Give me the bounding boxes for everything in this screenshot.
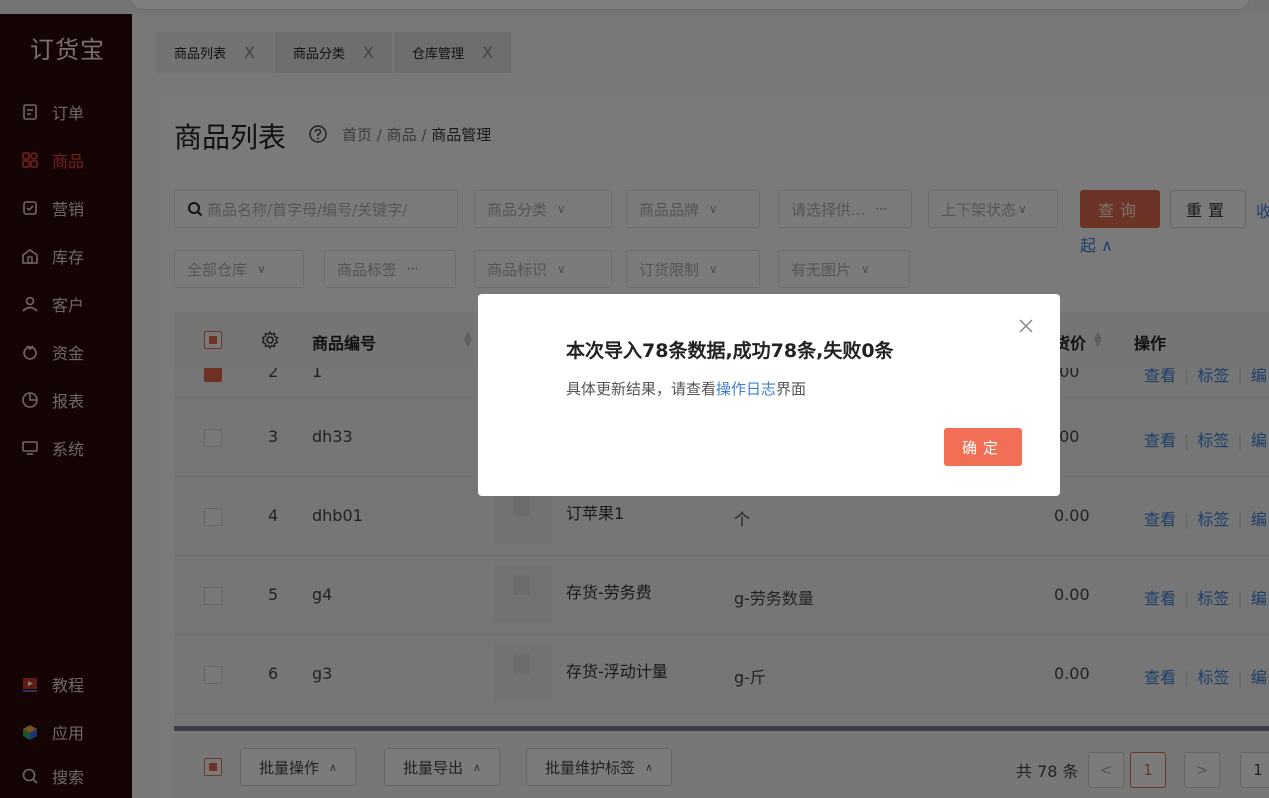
operation-log-link[interactable]: 操作日志 (716, 380, 776, 398)
dialog-title: 本次导入78条数据,成功78条,失败0条 (566, 340, 894, 362)
dialog-message: 具体更新结果，请查看操作日志界面 (566, 378, 806, 399)
message-text: 界面 (776, 380, 807, 398)
close-icon[interactable] (1016, 316, 1036, 336)
confirm-button[interactable]: 确定 (944, 428, 1022, 466)
message-text: 具体更新结果，请查看 (566, 380, 717, 398)
import-result-dialog: 本次导入78条数据,成功78条,失败0条 具体更新结果，请查看操作日志界面 确定 (478, 294, 1060, 496)
